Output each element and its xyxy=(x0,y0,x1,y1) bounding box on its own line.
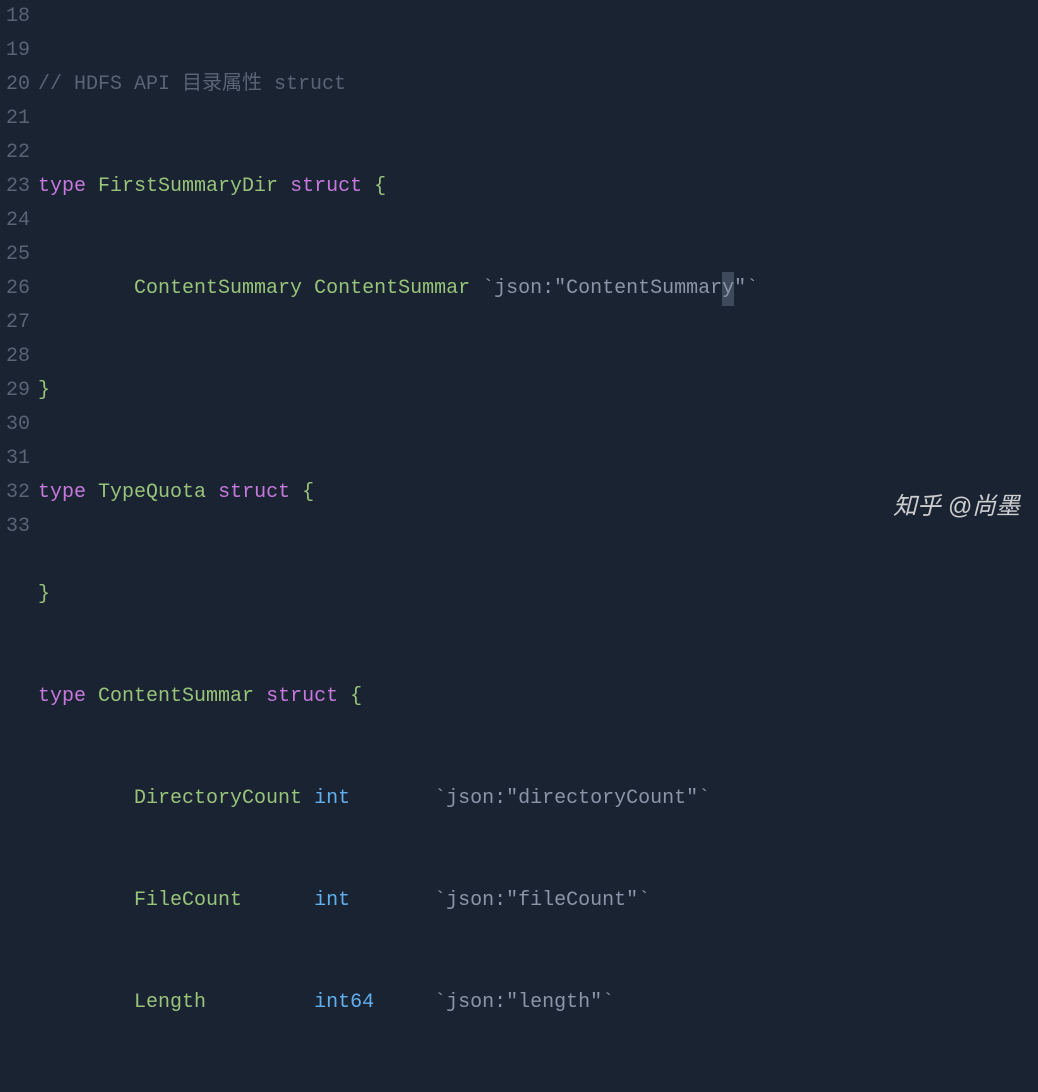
line-number: 30 xyxy=(0,408,30,442)
line-number: 28 xyxy=(0,340,30,374)
line-number: 20 xyxy=(0,68,30,102)
line-number: 25 xyxy=(0,238,30,272)
indent xyxy=(38,272,134,306)
struct-tag: `json:"fileCount"` xyxy=(434,884,650,918)
code-line: type ContentSummar struct { xyxy=(38,680,1038,714)
type-name: FirstSummaryDir xyxy=(98,170,278,204)
code-area[interactable]: // HDFS API 目录属性 struct type FirstSummar… xyxy=(38,0,1038,546)
code-line: // HDFS API 目录属性 struct xyxy=(38,68,1038,102)
field-type: int64 xyxy=(314,1088,374,1092)
comment-text: // HDFS API 目录属性 struct xyxy=(38,68,346,102)
code-line: type TypeQuota struct { xyxy=(38,476,1038,510)
field-type: ContentSummar xyxy=(314,272,470,306)
line-number: 31 xyxy=(0,442,30,476)
struct-tag: `json:"ContentSummar xyxy=(482,272,722,306)
field-type: int xyxy=(314,782,350,816)
keyword-struct: struct xyxy=(218,476,290,510)
line-number: 24 xyxy=(0,204,30,238)
indent xyxy=(38,1088,134,1092)
type-name: TypeQuota xyxy=(98,476,206,510)
open-brace: { xyxy=(374,170,386,204)
field-name: Length xyxy=(134,986,206,1020)
struct-tag: `json:"directoryCount"` xyxy=(434,782,710,816)
line-number: 29 xyxy=(0,374,30,408)
field-name: FileCount xyxy=(134,884,242,918)
code-line: DirectoryCount int `json:"directoryCount… xyxy=(38,782,1038,816)
code-line: } xyxy=(38,374,1038,408)
keyword-type: type xyxy=(38,476,86,510)
watermark-text: 知乎 @尚墨 xyxy=(893,487,1020,528)
open-brace: { xyxy=(302,476,314,510)
type-name: ContentSummar xyxy=(98,680,254,714)
text-cursor: y xyxy=(722,272,734,306)
code-line: ContentSummary ContentSummar `json:"Cont… xyxy=(38,272,1038,306)
field-name: Quota xyxy=(134,1088,194,1092)
close-brace: } xyxy=(38,374,50,408)
field-type: int64 xyxy=(314,986,374,1020)
keyword-struct: struct xyxy=(266,680,338,714)
line-number: 21 xyxy=(0,102,30,136)
code-line: } xyxy=(38,578,1038,612)
line-number: 18 xyxy=(0,0,30,34)
line-gutter: 18 19 20 21 22 23 24 25 26 27 28 29 30 3… xyxy=(0,0,38,546)
struct-tag: `json:"quota"` xyxy=(434,1088,602,1092)
open-brace: { xyxy=(350,680,362,714)
code-line: type FirstSummaryDir struct { xyxy=(38,170,1038,204)
code-line: Quota int64 `json:"quota"` xyxy=(38,1088,1038,1092)
code-line: FileCount int `json:"fileCount"` xyxy=(38,884,1038,918)
line-number: 32 xyxy=(0,476,30,510)
close-brace: } xyxy=(38,578,50,612)
field-name: ContentSummary xyxy=(134,272,302,306)
keyword-type: type xyxy=(38,680,86,714)
code-line: Length int64 `json:"length"` xyxy=(38,986,1038,1020)
struct-tag: "` xyxy=(734,272,758,306)
indent xyxy=(38,884,134,918)
field-name: DirectoryCount xyxy=(134,782,302,816)
line-number: 22 xyxy=(0,136,30,170)
keyword-struct: struct xyxy=(290,170,362,204)
line-number: 19 xyxy=(0,34,30,68)
line-number: 23 xyxy=(0,170,30,204)
struct-tag: `json:"length"` xyxy=(434,986,614,1020)
line-number: 26 xyxy=(0,272,30,306)
code-editor[interactable]: 18 19 20 21 22 23 24 25 26 27 28 29 30 3… xyxy=(0,0,1038,546)
keyword-type: type xyxy=(38,170,86,204)
field-type: int xyxy=(314,884,350,918)
indent xyxy=(38,986,134,1020)
indent xyxy=(38,782,134,816)
line-number: 27 xyxy=(0,306,30,340)
line-number: 33 xyxy=(0,510,30,544)
